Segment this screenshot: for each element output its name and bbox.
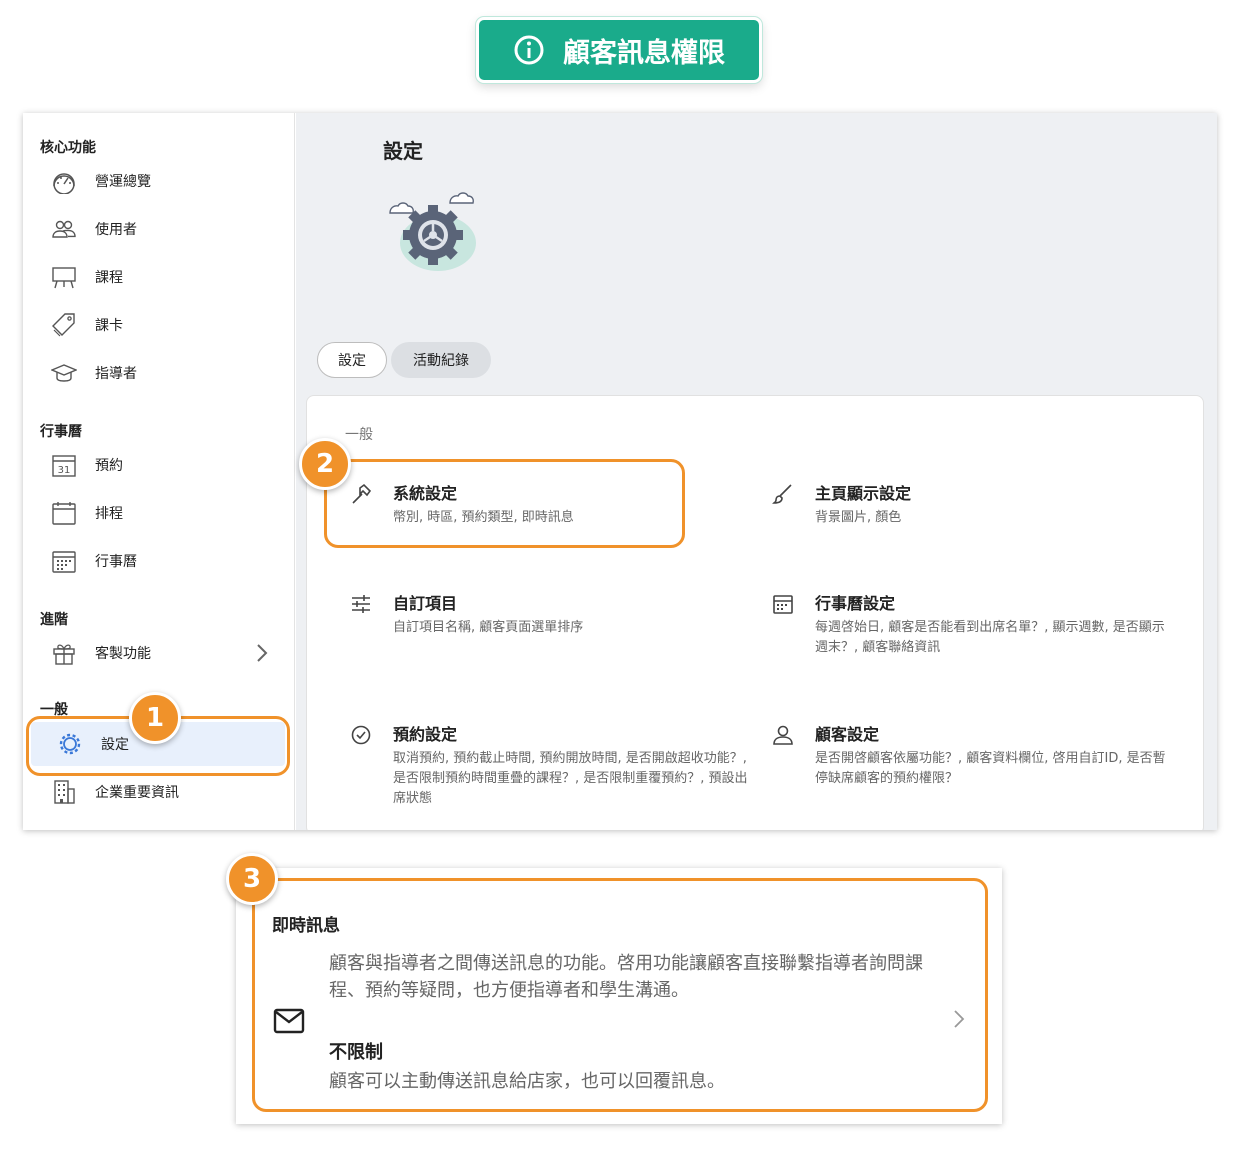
setting-title: 自訂項目 [393,594,458,613]
header-banner: 顧客訊息權限 [476,17,762,83]
setting-calendar[interactable]: 行事曆設定 每週啓始日, 顧客是否能看到出席名單？, 顯示週數, 是否顯示週末？… [771,590,1171,660]
step-badge-2: 2 [299,438,351,490]
sidebar-item-company-info[interactable]: 企業重要資訊 [23,770,295,814]
setting-homepage[interactable]: 主頁顯示設定 背景圖片, 顏色 [771,480,1171,540]
sliders-icon [352,595,370,613]
graduation-cap-icon [51,364,77,382]
setting-desc: 自訂項目名稱, 顧客頁面選單排序 [393,620,584,635]
building-icon [54,780,75,804]
tab-settings[interactable]: 設定 [317,342,387,378]
sidebar-item-label: 客製功能 [95,646,151,662]
sidebar-item-label: 課程 [95,270,123,286]
settings-gear-illustration [389,192,476,271]
sidebar-item-courses[interactable]: 課程 [23,255,295,299]
header-title: 顧客訊息權限 [563,37,725,69]
dashboard-icon [53,173,75,194]
tags-icon [52,313,75,337]
sidebar-item-bookings[interactable]: 31 預約 [23,443,295,487]
setting-booking[interactable]: 預約設定 取消預約, 預約截止時間, 預約開放時間, 是否開啟超收功能？, 是否… [349,721,749,811]
users-icon [52,220,76,238]
calendar-grid-icon [52,551,76,573]
info-icon [514,35,544,65]
setting-title: 行事曆設定 [815,594,896,613]
setting-title: 預約設定 [393,725,458,744]
brush-icon [772,484,792,504]
chevron-right-icon [257,644,268,662]
sidebar-section-advanced: 進階 [40,612,68,628]
page-title: 設定 [383,139,423,163]
calendar-31-icon: 31 [52,455,76,477]
sidebar-item-instructors[interactable]: 指導者 [23,351,295,395]
sidebar-item-label: 排程 [95,506,123,522]
sidebar-item-schedule[interactable]: 排程 [23,491,295,535]
person-icon [773,725,793,745]
sidebar-item-label: 營運總覽 [95,174,151,190]
sidebar-item-label: 企業重要資訊 [95,785,179,801]
section-label: 一般 [345,427,373,443]
sidebar-item-users[interactable]: 使用者 [23,207,295,251]
sidebar-item-label: 指導者 [95,366,137,382]
step-badge-3: 3 [226,853,278,905]
sidebar-item-dashboard[interactable]: 營運總覽 [23,159,295,203]
step-badge-1: 1 [129,692,181,744]
highlight-messaging [252,878,988,1112]
setting-customer[interactable]: 顧客設定 是否開啓顧客依屬功能？, 顧客資料欄位, 啓用自訂ID, 是否暫停缺席… [771,721,1171,791]
sidebar-section-core: 核心功能 [40,140,96,156]
sidebar-item-label: 使用者 [95,222,137,238]
gift-icon [53,644,75,665]
setting-desc: 是否開啓顧客依屬功能？, 顧客資料欄位, 啓用自訂ID, 是否暫停缺席顧客的預約… [815,751,1166,786]
sidebar-item-label: 行事曆 [95,554,137,570]
sidebar-item-label: 課卡 [95,318,123,334]
calendar-icon [52,502,76,525]
setting-custom-items[interactable]: 自訂項目 自訂項目名稱, 顧客頁面選單排序 [349,590,749,650]
sidebar-item-calendar[interactable]: 行事曆 [23,539,295,583]
check-circle-icon [351,725,371,745]
tab-activity-log[interactable]: 活動紀錄 [391,342,491,378]
highlight-system-settings [324,459,685,548]
setting-desc: 取消預約, 預約截止時間, 預約開放時間, 是否開啟超收功能？, 是否限制預約時… [393,751,748,806]
setting-desc: 每週啓始日, 顧客是否能看到出席名單？, 顯示週數, 是否顯示週末？, 顧客聯絡… [815,620,1165,655]
sidebar-item-custom-features[interactable]: 客製功能 [23,631,295,675]
setting-desc: 背景圖片, 顏色 [815,510,902,525]
svg-text:31: 31 [58,465,71,476]
easel-icon [52,267,76,289]
sidebar-section-calendar: 行事曆 [40,424,82,440]
sidebar-item-label: 預約 [95,458,123,474]
calendar-icon [773,595,793,614]
setting-title: 主頁顯示設定 [815,484,912,503]
setting-title: 顧客設定 [815,725,880,744]
sidebar-item-class-cards[interactable]: 課卡 [23,303,295,347]
